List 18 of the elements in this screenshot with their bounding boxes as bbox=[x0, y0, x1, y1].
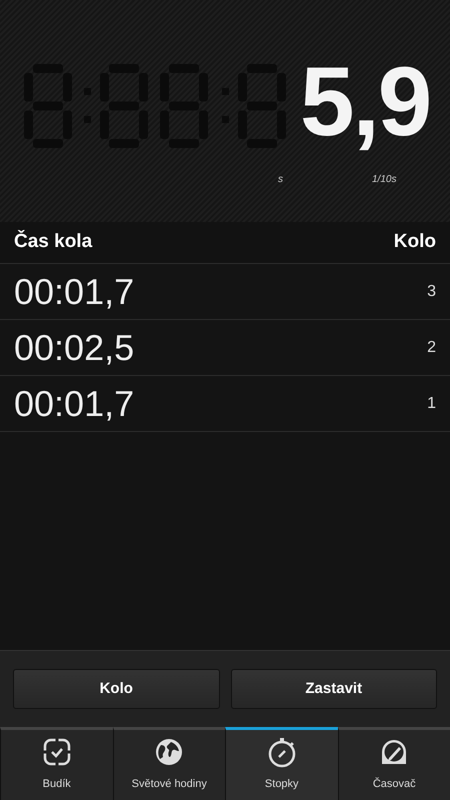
column-header: Kolo bbox=[394, 230, 436, 254]
lap-time: 00:01,7 bbox=[14, 270, 134, 314]
stop-button[interactable]: Zastavit bbox=[230, 669, 437, 709]
lap-time: 00:02,5 bbox=[14, 326, 134, 370]
column-header: Čas kola bbox=[14, 229, 92, 254]
lap-number: 1 bbox=[427, 394, 436, 414]
tab[interactable]: Budík bbox=[0, 727, 112, 800]
lap-time: 00:01,7 bbox=[14, 382, 134, 426]
tab[interactable]: Časovač bbox=[338, 727, 450, 800]
alarm-clock-icon bbox=[40, 736, 73, 768]
tab[interactable]: Světové hodiny bbox=[112, 727, 225, 800]
tenths-label: 1/10s bbox=[372, 173, 396, 187]
lap-number: 3 bbox=[427, 282, 436, 302]
lap-button[interactable]: Kolo bbox=[13, 669, 220, 709]
elapsed-time: 5,9 bbox=[300, 52, 430, 150]
seconds-label: s bbox=[278, 173, 283, 187]
tab[interactable]: Stopky bbox=[225, 727, 338, 800]
lap-number: 2 bbox=[427, 338, 436, 358]
